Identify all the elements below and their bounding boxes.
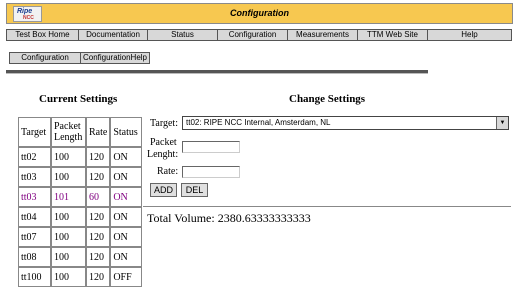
cell-rate: 120 [86,147,111,167]
table-header-row: Target Packet Length Rate Status [18,117,143,147]
nav-configuration[interactable]: Configuration [217,29,288,41]
nav-measurements[interactable]: Measurements [287,29,358,41]
cell-packet-length: 100 [51,247,86,267]
table-row: tt08 100 120 ON [18,247,143,267]
cell-rate: 60 [86,187,111,207]
packet-length-label-line2: Lenght: [147,149,179,160]
subnav-configuration[interactable]: Configuration [9,52,81,64]
chevron-down-icon[interactable]: ▼ [496,117,508,129]
col-target: Target [18,117,51,147]
target-select-value: tt02: RIPE NCC Internal, Amsterdam, NL [186,118,331,127]
col-packet-length-label: Packet Length [54,121,83,143]
main-nav: Test Box Home Documentation Status Confi… [6,29,512,41]
nav-help[interactable]: Help [427,29,512,41]
page-title: Configuration [230,8,289,18]
del-button[interactable]: DEL [181,183,208,197]
cell-packet-length: 101 [51,187,86,207]
cell-rate: 120 [86,247,111,267]
cell-target: tt02 [18,147,51,167]
packet-length-input[interactable] [182,141,240,153]
col-packet-length: Packet Length [51,117,86,147]
packet-length-label-line1: Packet [150,137,177,148]
cell-rate: 120 [86,167,111,187]
cell-rate: 120 [86,267,111,287]
cell-target: tt07 [18,227,51,247]
cell-rate: 120 [86,227,111,247]
nav-status[interactable]: Status [147,29,218,41]
target-select[interactable]: tt02: RIPE NCC Internal, Amsterdam, NL ▼ [182,116,509,130]
cell-status: ON [110,227,143,247]
cell-target: tt03 [18,187,51,207]
divider [6,70,428,74]
cell-target: tt04 [18,207,51,227]
cell-target: tt03 [18,167,51,187]
cell-packet-length: 100 [51,267,86,287]
add-button[interactable]: ADD [150,183,177,197]
cell-status: ON [110,167,143,187]
cell-packet-length: 100 [51,167,86,187]
table-row: tt04 100 120 ON [18,207,143,227]
nav-ttm-web-site[interactable]: TTM Web Site [357,29,428,41]
cell-packet-length: 100 [51,207,86,227]
col-rate: Rate [86,117,111,147]
table-row-highlighted: tt03 101 60 ON [18,187,143,207]
rate-input[interactable] [182,166,240,178]
cell-packet-length: 100 [51,147,86,167]
cell-packet-length: 100 [51,227,86,247]
col-status: Status [110,117,143,147]
cell-target: tt08 [18,247,51,267]
separator-line [143,206,511,207]
rate-label: Rate: [157,166,179,177]
cell-rate: 120 [86,207,111,227]
cell-target: tt100 [18,267,51,287]
current-settings-heading: Current Settings [39,93,118,105]
table-row: tt100 100 120 OFF [18,267,143,287]
table-row: tt02 100 120 ON [18,147,143,167]
cell-status: ON [110,207,143,227]
cell-status: OFF [110,267,143,287]
nav-test-box-home[interactable]: Test Box Home [6,29,79,41]
table-row: tt03 100 120 ON [18,167,143,187]
cell-status: ON [110,147,143,167]
target-label: Target: [150,118,178,129]
table-row: tt07 100 120 ON [18,227,143,247]
title-banner: Ripe NCC Configuration [6,3,513,24]
cell-status: ON [110,247,143,267]
subnav-configuration-help[interactable]: ConfigurationHelp [80,52,150,64]
sub-nav: Configuration ConfigurationHelp [9,52,150,64]
cell-status: ON [110,187,143,207]
nav-documentation[interactable]: Documentation [78,29,148,41]
change-settings-heading: Change Settings [289,93,366,105]
current-settings-table: Target Packet Length Rate Status tt02 10… [18,117,143,287]
total-volume: Total Volume: 2380.63333333333 [147,211,311,225]
